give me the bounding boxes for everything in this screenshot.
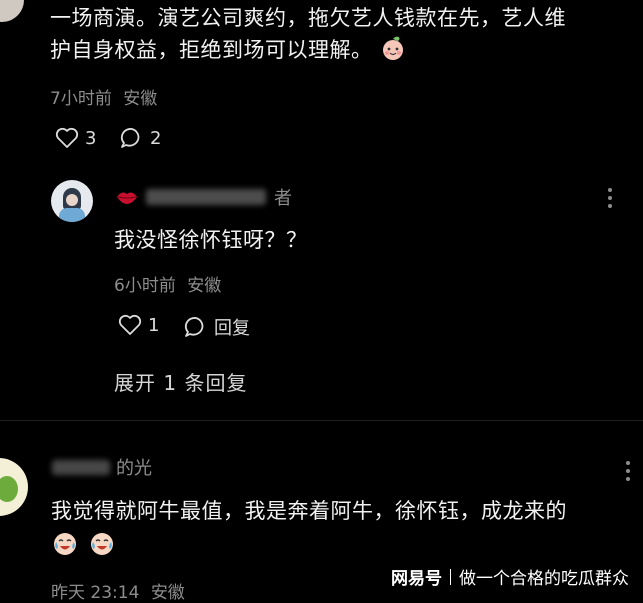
comment-line: 护自身权益，拒绝到场可以理解。 <box>50 34 643 66</box>
more-dot <box>608 196 612 200</box>
reply-time: 6小时前 <box>114 276 176 296</box>
more-dot <box>608 204 612 208</box>
reply-label: 回复 <box>214 318 250 339</box>
comment-meta: 7小时前 安徽 <box>50 84 157 109</box>
heart-icon <box>118 314 142 335</box>
lips-icon <box>117 192 137 204</box>
more-options-button[interactable] <box>626 461 630 481</box>
avatar[interactable] <box>0 458 28 516</box>
comment-meta: 昨天 23:14 安徽 <box>51 578 185 603</box>
reply-username[interactable]: 者 <box>116 184 292 210</box>
comment-text: 一场商演。演艺公司爽约，拖欠艺人钱款在先，艺人维 护自身权益，拒绝到场可以理解。 <box>50 2 643 66</box>
more-dot <box>626 469 630 473</box>
comment-line: 我觉得就阿牛最值，我是奔着阿牛，徐怀钰，成龙来的 <box>51 499 567 523</box>
more-options-button[interactable] <box>608 188 612 208</box>
like-button[interactable]: 1 <box>118 314 159 336</box>
comment-location: 安徽 <box>123 89 158 109</box>
peach-face-icon <box>382 36 403 60</box>
blurred-username <box>52 459 110 475</box>
watermark-divider <box>450 568 451 585</box>
reply-button[interactable]: 回复 <box>184 314 250 340</box>
comment-text: 我觉得就阿牛最值，我是奔着阿牛，徐怀钰，成龙来的 <box>51 495 643 562</box>
comment-bubble-icon <box>120 128 140 148</box>
reply-meta: 6小时前 安徽 <box>114 271 221 296</box>
comment2-username-tail: 的光 <box>116 458 152 479</box>
reply-text: 我没怪徐怀钰呀？？ <box>114 228 308 252</box>
comment-bubble-icon <box>184 317 204 337</box>
comment-location: 安徽 <box>150 583 185 603</box>
divider <box>0 420 643 421</box>
crying-laugh-face-icon <box>91 533 114 555</box>
comment-time: 昨天 23:14 <box>51 583 140 603</box>
more-dot <box>626 461 630 465</box>
like-count: 3 <box>85 127 97 149</box>
avatar[interactable] <box>0 0 24 22</box>
expand-replies-button[interactable]: 展开 1 条回复 <box>114 367 247 396</box>
watermark-brand: 网易号 <box>391 569 442 589</box>
emoji-row <box>51 529 643 562</box>
more-dot <box>608 188 612 192</box>
reply-count: 2 <box>150 127 162 149</box>
heart-icon <box>55 127 79 148</box>
like-button[interactable]: 3 <box>55 127 96 149</box>
reply-location: 安徽 <box>187 276 222 296</box>
reply-button[interactable]: 2 <box>120 127 161 149</box>
comment2-username[interactable]: 的光 <box>52 456 152 479</box>
like-count: 1 <box>148 314 160 336</box>
comment-line: 一场商演。演艺公司爽约，拖欠艺人钱款在先，艺人维 <box>50 6 566 30</box>
crying-laugh-face-icon <box>54 533 76 555</box>
comment-time: 7小时前 <box>50 89 112 109</box>
watermark: 网易号 做一个合格的吃瓜群众 <box>391 564 629 589</box>
watermark-account: 做一个合格的吃瓜群众 <box>459 569 629 589</box>
reply-username-tail: 者 <box>274 188 292 209</box>
avatar[interactable] <box>51 180 93 222</box>
more-dot <box>626 477 630 481</box>
blurred-username <box>146 189 266 205</box>
